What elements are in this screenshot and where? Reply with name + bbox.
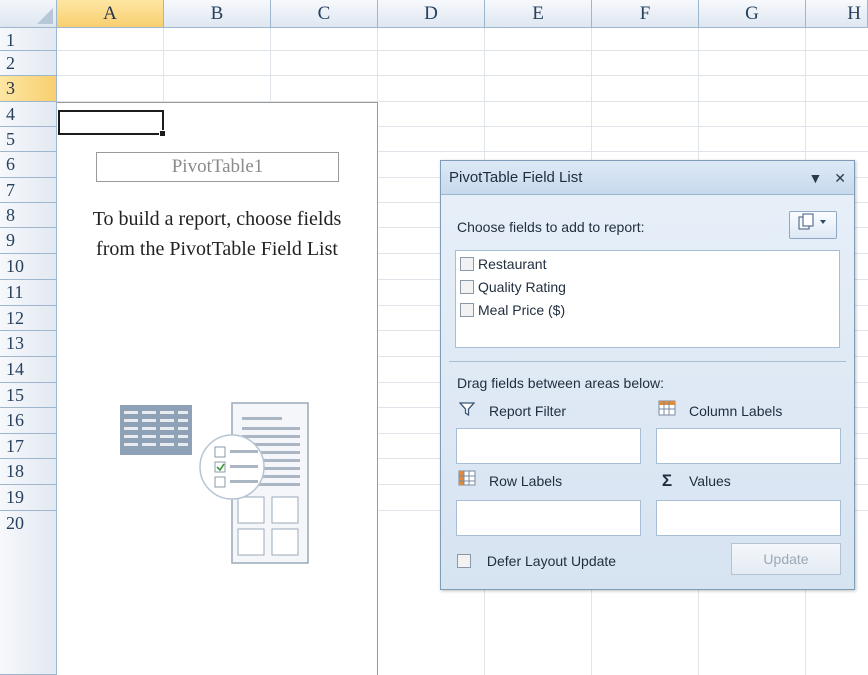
sigma-icon: Σ bbox=[661, 471, 673, 490]
row-header-1[interactable]: 1 bbox=[0, 28, 57, 51]
panel-title: PivotTable Field List bbox=[449, 169, 583, 186]
row-header-19[interactable]: 19 bbox=[0, 485, 57, 511]
field-layout-button[interactable] bbox=[789, 211, 837, 239]
row-header-9[interactable]: 9 bbox=[0, 228, 57, 254]
row-grid-icon bbox=[457, 470, 477, 492]
field-layout-icon bbox=[798, 213, 826, 230]
values-label: Σ Values bbox=[657, 470, 731, 492]
field-list-box[interactable]: Restaurant Quality Rating Meal Price ($) bbox=[455, 250, 840, 348]
funnel-icon bbox=[457, 400, 477, 422]
row-header-5[interactable]: 5 bbox=[0, 127, 57, 152]
column-header-a[interactable]: A bbox=[57, 0, 164, 28]
row-header-12[interactable]: 12 bbox=[0, 306, 57, 331]
field-label: Meal Price ($) bbox=[478, 302, 566, 318]
pivot-placeholder-illustration-icon bbox=[120, 402, 309, 564]
row-header-14[interactable]: 14 bbox=[0, 357, 57, 383]
field-item-meal-price[interactable]: Meal Price ($) bbox=[460, 299, 565, 321]
field-checkbox-meal-price[interactable] bbox=[460, 303, 474, 317]
pivot-instruction-line1: To build a report, choose fields bbox=[92, 208, 342, 230]
row-header-10[interactable]: 10 bbox=[0, 254, 57, 280]
panel-controls: ▼ ✕ bbox=[801, 161, 846, 195]
gridline bbox=[57, 50, 868, 51]
row-header-18[interactable]: 18 bbox=[0, 459, 57, 485]
row-labels-drop-area[interactable] bbox=[456, 500, 641, 536]
report-filter-text: Report Filter bbox=[489, 403, 567, 419]
defer-layout-update[interactable]: Defer Layout Update bbox=[457, 553, 616, 569]
column-labels-drop-area[interactable] bbox=[656, 428, 841, 464]
column-header-h[interactable]: H bbox=[806, 0, 868, 28]
column-header-d[interactable]: D bbox=[378, 0, 485, 28]
panel-close-icon[interactable]: ✕ bbox=[834, 170, 846, 186]
row-header-6[interactable]: 6 bbox=[0, 152, 57, 178]
column-header-e[interactable]: E bbox=[485, 0, 592, 28]
select-all-triangle-icon bbox=[37, 8, 53, 24]
pivot-field-list-panel[interactable]: PivotTable Field List ▼ ✕ Choose fields … bbox=[440, 160, 855, 590]
values-drop-area[interactable] bbox=[656, 500, 841, 536]
row-header-4[interactable]: 4 bbox=[0, 102, 57, 127]
pivot-instructions: To build a report, choose fields from th… bbox=[58, 204, 376, 264]
field-label: Restaurant bbox=[478, 256, 547, 272]
row-header-16[interactable]: 16 bbox=[0, 408, 57, 434]
column-header-c[interactable]: C bbox=[271, 0, 378, 28]
field-label: Quality Rating bbox=[478, 279, 566, 295]
choose-fields-label: Choose fields to add to report: bbox=[457, 219, 645, 235]
row-header-17[interactable]: 17 bbox=[0, 434, 57, 459]
column-header-b[interactable]: B bbox=[164, 0, 271, 28]
defer-layout-label: Defer Layout Update bbox=[486, 553, 617, 569]
row-header-20[interactable]: 20 bbox=[0, 511, 57, 675]
report-filter-label: Report Filter bbox=[457, 400, 566, 422]
fill-handle[interactable] bbox=[159, 130, 166, 137]
column-header-g[interactable]: G bbox=[699, 0, 806, 28]
field-item-quality-rating[interactable]: Quality Rating bbox=[460, 276, 566, 298]
field-checkbox-quality-rating[interactable] bbox=[460, 280, 474, 294]
panel-dropdown-icon[interactable]: ▼ bbox=[809, 170, 823, 186]
pivot-table-placeholder[interactable] bbox=[57, 102, 378, 675]
row-header-13[interactable]: 13 bbox=[0, 331, 57, 357]
row-header-7[interactable]: 7 bbox=[0, 178, 57, 203]
row-labels-label: Row Labels bbox=[457, 470, 562, 492]
row-header-2[interactable]: 2 bbox=[0, 51, 57, 76]
select-all-corner[interactable] bbox=[0, 0, 57, 28]
spreadsheet: A B C D E F G H 1 2 3 4 5 6 7 8 9 10 11 … bbox=[0, 0, 868, 675]
field-checkbox-restaurant[interactable] bbox=[460, 257, 474, 271]
gridline bbox=[57, 75, 868, 76]
active-cell-a3[interactable] bbox=[58, 110, 166, 137]
pivot-instruction-line2: from the PivotTable Field List bbox=[96, 238, 338, 260]
values-text: Values bbox=[689, 473, 731, 489]
update-button[interactable]: Update bbox=[731, 543, 841, 575]
row-header-15[interactable]: 15 bbox=[0, 383, 57, 408]
row-labels-text: Row Labels bbox=[489, 473, 563, 489]
column-header-f[interactable]: F bbox=[592, 0, 699, 28]
row-header-3[interactable]: 3 bbox=[0, 76, 57, 102]
column-grid-icon bbox=[657, 400, 677, 422]
column-labels-label: Column Labels bbox=[657, 400, 782, 422]
panel-splitter[interactable] bbox=[449, 361, 846, 362]
defer-layout-checkbox[interactable] bbox=[457, 554, 471, 568]
field-item-restaurant[interactable]: Restaurant bbox=[460, 253, 546, 275]
panel-title-bar[interactable]: PivotTable Field List ▼ ✕ bbox=[441, 161, 854, 195]
row-header-11[interactable]: 11 bbox=[0, 280, 57, 306]
column-headers: A B C D E F G H bbox=[57, 0, 868, 28]
drag-fields-label: Drag fields between areas below: bbox=[457, 375, 665, 391]
pivot-table-name: PivotTable1 bbox=[96, 152, 339, 182]
row-header-8[interactable]: 8 bbox=[0, 203, 57, 228]
report-filter-drop-area[interactable] bbox=[456, 428, 641, 464]
column-labels-text: Column Labels bbox=[689, 403, 783, 419]
